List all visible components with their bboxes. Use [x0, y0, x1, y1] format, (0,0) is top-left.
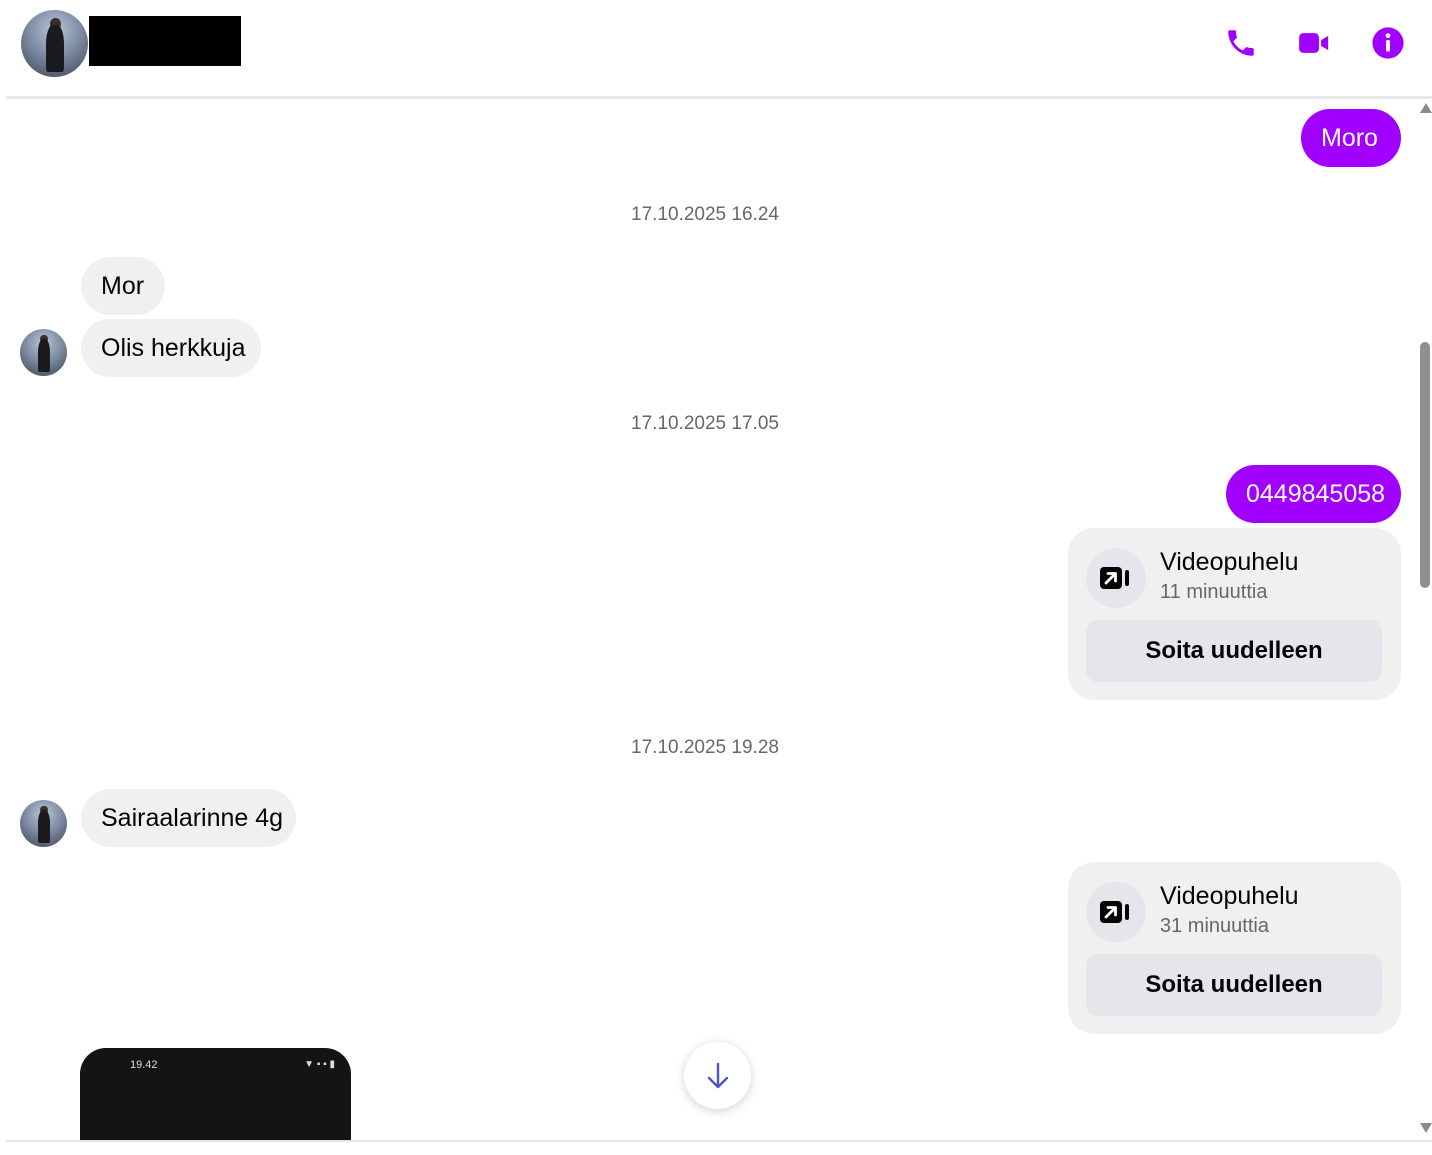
call-again-button[interactable]: Soita uudelleen [1086, 954, 1382, 1016]
info-icon[interactable] [1371, 26, 1405, 60]
video-call-icon [1086, 882, 1146, 942]
timestamp: 17.10.2025 19.28 [631, 737, 779, 758]
scroll-up-arrow[interactable] [1420, 103, 1432, 113]
avatar-figure-shape [37, 810, 51, 844]
timestamp: 17.10.2025 17.05 [631, 413, 779, 434]
message-bubble-incoming[interactable]: Mor [81, 257, 165, 315]
contact-avatar[interactable] [21, 10, 88, 77]
video-call-card: Videopuhelu 31 minuuttia Soita uudelleen [1068, 862, 1401, 1034]
video-call-icon [1086, 548, 1146, 608]
scroll-down-arrow[interactable] [1420, 1123, 1432, 1133]
sender-avatar[interactable] [20, 329, 67, 376]
message-bubble-incoming[interactable]: Olis herkkuja [81, 319, 261, 377]
timestamp: 17.10.2025 16.24 [631, 204, 779, 225]
call-again-button[interactable]: Soita uudelleen [1086, 620, 1382, 682]
contact-name-redacted[interactable] [89, 16, 241, 66]
arrow-down-icon [707, 1062, 728, 1088]
video-camera-icon[interactable] [1297, 26, 1331, 60]
video-call-card: Videopuhelu 11 minuuttia Soita uudelleen [1068, 528, 1401, 700]
composer-area [0, 1142, 1432, 1155]
call-title: Videopuhelu [1160, 548, 1299, 576]
sender-avatar[interactable] [20, 800, 67, 847]
call-duration: 11 minuuttia [1160, 581, 1268, 603]
scrollbar-thumb[interactable] [1420, 342, 1430, 588]
screenshot-status-time: 19.42 [130, 1059, 158, 1071]
screenshot-status-icons: ▼ ▪ ▪ ▮ [304, 1059, 335, 1070]
call-title: Videopuhelu [1160, 882, 1299, 910]
call-duration: 31 minuuttia [1160, 915, 1269, 937]
conversation-header [0, 0, 1432, 96]
scroll-to-bottom-button[interactable] [684, 1042, 751, 1109]
phone-icon[interactable] [1224, 26, 1258, 60]
message-thread[interactable]: Moro 17.10.2025 16.24 Mor Olis herkkuja … [0, 99, 1418, 1140]
image-attachment[interactable]: 19.42 ▼ ▪ ▪ ▮ [80, 1048, 351, 1140]
avatar-figure-shape [46, 24, 64, 72]
message-bubble-outgoing[interactable]: 0449845058 [1226, 465, 1401, 523]
scrollbar[interactable] [1418, 99, 1432, 1140]
message-bubble-outgoing[interactable]: Moro [1301, 109, 1401, 167]
message-bubble-incoming[interactable]: Sairaalarinne 4g [81, 789, 296, 847]
avatar-figure-shape [37, 339, 51, 373]
